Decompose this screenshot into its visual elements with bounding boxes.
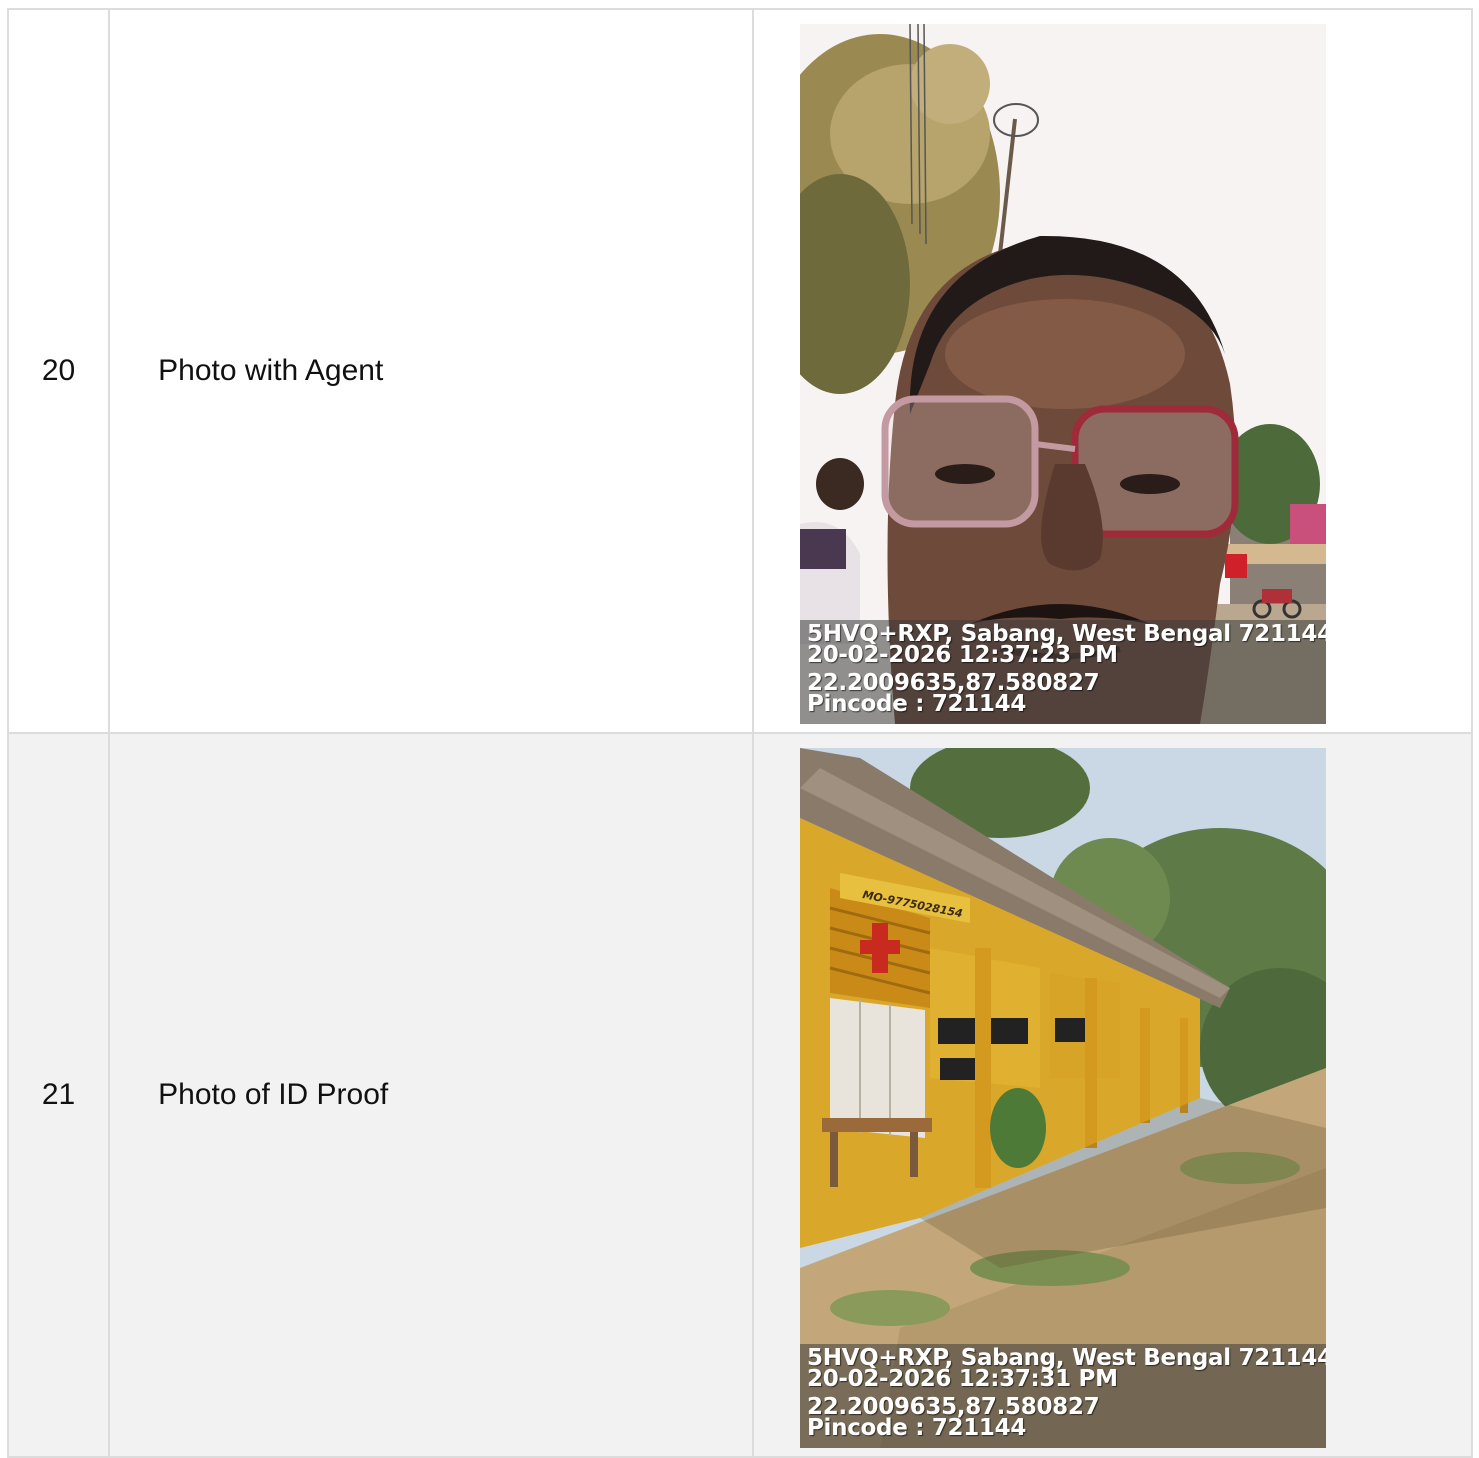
row-number: 20: [6, 8, 111, 734]
stamp-datetime: 20-02-2026 12:37:23 PM: [807, 642, 1118, 668]
shop-illustration: MO-9775028154: [800, 748, 1326, 1448]
stamp-pincode: Pincode : 721144: [807, 1415, 1027, 1441]
photo-cell: MO-9775028154 5HVQ+RXP, Sabang, West Ben…: [752, 732, 1473, 1458]
stamp-pincode: Pincode : 721144: [807, 691, 1027, 717]
row-label: Photo with Agent: [108, 8, 754, 734]
row-label: Photo of ID Proof: [108, 732, 754, 1458]
geo-stamp: 5HVQ+RXP, Sabang, West Bengal 721144, In…: [800, 1344, 1326, 1448]
agent-selfie-photo[interactable]: 5HVQ+RXP, Sabang, West Bengal 721144, In…: [800, 24, 1326, 724]
stamp-datetime: 20-02-2026 12:37:31 PM: [807, 1366, 1118, 1392]
id-proof-photo[interactable]: MO-9775028154 5HVQ+RXP, Sabang, West Ben…: [800, 748, 1326, 1448]
row-number: 21: [6, 732, 111, 1458]
table-row: 20 Photo with Agent 5HVQ+RXP, Sabang, We…: [6, 8, 1473, 734]
photo-cell: 5HVQ+RXP, Sabang, West Bengal 721144, In…: [752, 8, 1473, 734]
geo-stamp: 5HVQ+RXP, Sabang, West Bengal 721144, In…: [800, 620, 1326, 724]
selfie-illustration: [800, 24, 1326, 724]
table-row: 21 Photo of ID Proof MO-9775028154 5HVQ+…: [6, 732, 1473, 1458]
report-table: 20 Photo with Agent 5HVQ+RXP, Sabang, We…: [6, 8, 1473, 1458]
